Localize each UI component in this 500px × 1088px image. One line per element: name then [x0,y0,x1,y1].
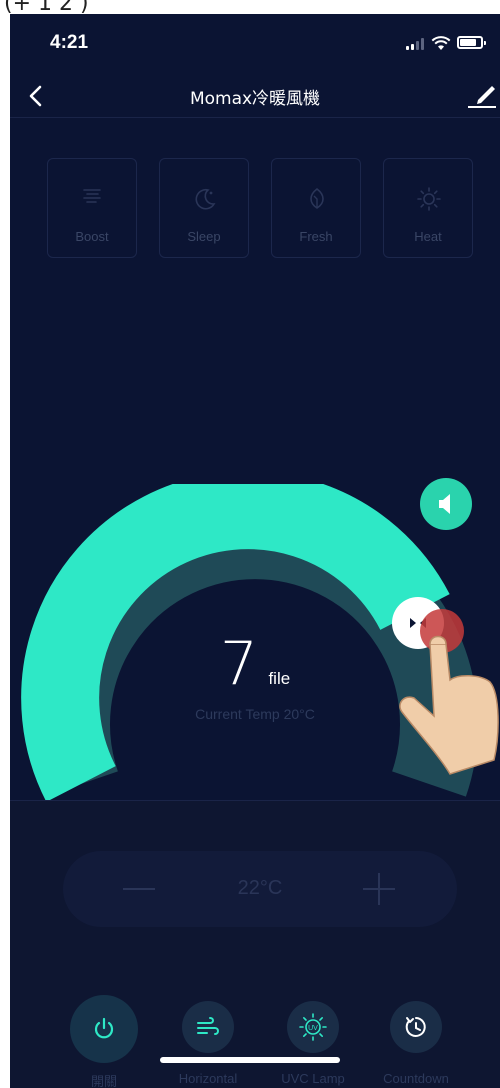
action-label: Countdown [383,1071,449,1086]
timer-icon [405,1017,426,1037]
uvc-lamp-button[interactable]: UV UVC Lamp [263,1001,363,1088]
level-unit: file [268,669,291,688]
horizontal-button[interactable]: Horizontal [158,1001,258,1088]
home-indicator[interactable] [160,1057,340,1063]
level-value: 7 [219,629,258,699]
action-label: UVC Lamp [281,1071,345,1086]
mode-boost-button[interactable]: Boost [47,158,137,258]
level-dial[interactable]: 7 file Current Temp 20°C [10,484,500,802]
horizontal-button-circle[interactable] [182,1001,234,1053]
wind-icon [197,1017,219,1035]
mode-label: Heat [414,229,442,244]
setpoint-value: 22°C [237,877,283,899]
action-bar: 開關 Horizontal UV UVC Lamp Countdown [10,995,500,1088]
page-title: Momax冷暖風機 [189,89,321,109]
status-bar: 4:21 [10,14,500,74]
uv-lamp-icon: UV [299,1013,327,1041]
pencil-icon[interactable] [466,78,498,110]
sun-icon [417,187,441,211]
nav-bar: Momax冷暖風機 [10,74,500,118]
mode-heat-button[interactable]: Heat [383,158,473,258]
wifi-icon [431,36,451,50]
plus-button[interactable] [363,873,395,905]
signal-icon [406,38,426,50]
leaf-icon [310,187,324,209]
mode-fresh-button[interactable]: Fresh [271,158,361,258]
current-temp: Current Temp 20°C [195,706,315,722]
image-caption: (+ 1 2 ) [4,0,89,16]
power-icon [94,1017,114,1039]
app-screen: 4:21 Momax冷暖風機 Boost Sleep Fresh Heat 7 … [10,14,500,1088]
level-readout: 7 file [10,629,500,699]
mode-selector: Boost Sleep Fresh Heat [47,158,473,258]
mode-label: Fresh [299,229,333,244]
power-button[interactable]: 開關 [54,995,154,1088]
countdown-button-circle[interactable] [390,1001,442,1053]
battery-icon [457,36,486,49]
action-label: 開關 [90,1074,117,1088]
mode-label: Boost [75,229,109,244]
control-panel: 22°C 開關 Horizontal UV UVC Lamp Countdown [10,800,500,1088]
power-button-circle[interactable] [70,995,138,1063]
uvc-lamp-button-circle[interactable]: UV [287,1001,339,1053]
boost-icon [83,189,101,203]
moon-icon [195,188,216,210]
svg-text:UV: UV [308,1025,318,1032]
action-label: Horizontal [178,1071,238,1086]
status-time: 4:21 [50,32,89,53]
mode-label: Sleep [187,229,221,244]
mode-sleep-button[interactable]: Sleep [159,158,249,258]
temp-stepper: 22°C [63,851,457,927]
countdown-button[interactable]: Countdown [366,1001,466,1088]
